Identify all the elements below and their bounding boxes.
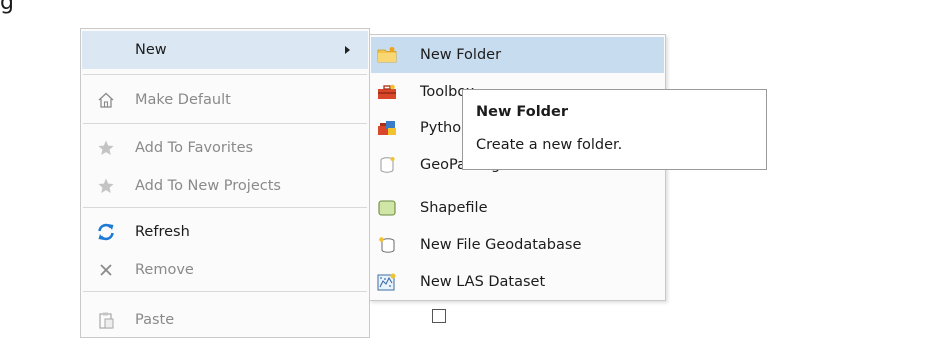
submenu-arrow-icon bbox=[345, 46, 350, 54]
menu-item-label: Refresh bbox=[135, 224, 190, 240]
menu-item-label: Add To New Projects bbox=[135, 178, 281, 194]
menu-item-add-to-favorites[interactable]: Add To Favorites bbox=[82, 129, 368, 167]
menu-item-label: Add To Favorites bbox=[135, 140, 254, 156]
shapefile-icon bbox=[377, 198, 397, 218]
geodatabase-icon bbox=[377, 235, 397, 255]
folder-icon bbox=[377, 45, 397, 65]
las-dataset-icon bbox=[377, 272, 397, 292]
submenu-item-label: Shapefile bbox=[420, 200, 488, 216]
tooltip-title: New Folder bbox=[476, 104, 569, 120]
checkbox[interactable] bbox=[432, 309, 446, 323]
menu-separator bbox=[83, 123, 367, 124]
context-menu: New Make Default Add To Favorites Add To… bbox=[80, 28, 370, 338]
geopackage-icon bbox=[377, 155, 397, 175]
menu-item-paste[interactable]: Paste bbox=[82, 301, 368, 339]
menu-separator bbox=[83, 291, 367, 292]
paste-icon bbox=[96, 310, 116, 330]
submenu-item-new-las-dataset[interactable]: New LAS Dataset bbox=[371, 264, 664, 300]
star-icon bbox=[96, 138, 116, 158]
home-icon bbox=[96, 90, 116, 110]
toolbox-icon bbox=[377, 82, 397, 102]
background-heading: g bbox=[0, 0, 14, 15]
menu-item-refresh[interactable]: Refresh bbox=[82, 213, 368, 251]
tooltip-description: Create a new folder. bbox=[476, 137, 623, 153]
refresh-icon bbox=[96, 222, 116, 242]
menu-item-make-default[interactable]: Make Default bbox=[82, 81, 368, 119]
submenu-item-new-folder[interactable]: New Folder bbox=[371, 37, 664, 73]
menu-item-add-to-new-projects[interactable]: Add To New Projects bbox=[82, 167, 368, 205]
python-toolbox-icon bbox=[377, 118, 397, 138]
submenu-item-new-file-geodatabase[interactable]: New File Geodatabase bbox=[371, 227, 664, 263]
menu-item-remove[interactable]: Remove bbox=[82, 251, 368, 289]
submenu-item-label: New File Geodatabase bbox=[420, 237, 582, 253]
close-icon bbox=[96, 260, 116, 280]
submenu-item-shapefile[interactable]: Shapefile bbox=[371, 190, 664, 226]
star-icon bbox=[96, 176, 116, 196]
menu-separator bbox=[83, 74, 367, 75]
menu-item-label: Remove bbox=[135, 262, 194, 278]
menu-separator bbox=[83, 207, 367, 208]
menu-item-new[interactable]: New bbox=[82, 31, 368, 69]
menu-item-label: New bbox=[135, 42, 167, 58]
submenu-item-label: New LAS Dataset bbox=[420, 274, 546, 290]
tooltip: New Folder Create a new folder. bbox=[462, 89, 767, 170]
submenu-item-label: New Folder bbox=[420, 47, 502, 63]
menu-item-label: Make Default bbox=[135, 92, 231, 108]
